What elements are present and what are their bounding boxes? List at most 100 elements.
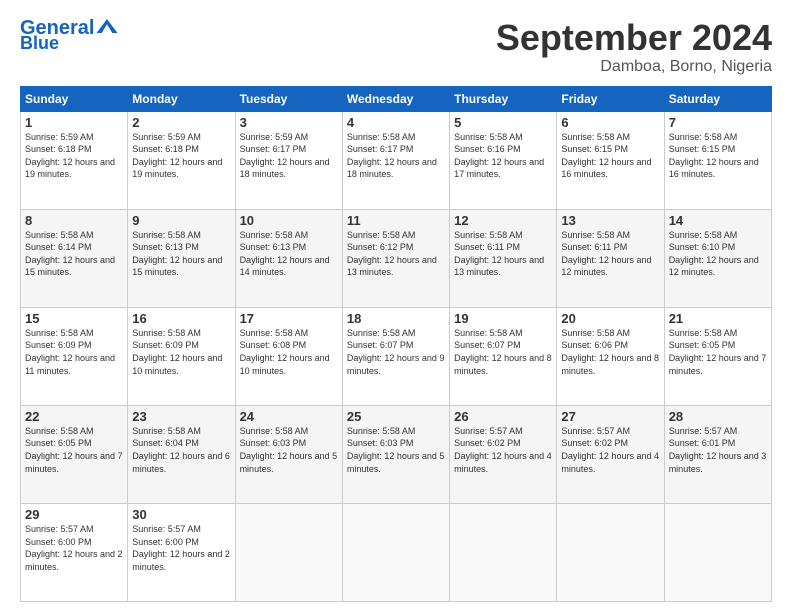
day-info: Sunrise: 5:58 AM Sunset: 6:10 PM Dayligh… xyxy=(669,229,767,279)
calendar-cell: 5Sunrise: 5:58 AM Sunset: 6:16 PM Daylig… xyxy=(450,111,557,209)
page-subtitle: Damboa, Borno, Nigeria xyxy=(496,58,772,76)
day-number: 16 xyxy=(132,311,230,326)
calendar-cell: 15Sunrise: 5:58 AM Sunset: 6:09 PM Dayli… xyxy=(21,307,128,405)
calendar-header-thursday: Thursday xyxy=(450,86,557,111)
calendar-week-row: 29Sunrise: 5:57 AM Sunset: 6:00 PM Dayli… xyxy=(21,503,772,601)
calendar-cell: 27Sunrise: 5:57 AM Sunset: 6:02 PM Dayli… xyxy=(557,405,664,503)
calendar-cell: 8Sunrise: 5:58 AM Sunset: 6:14 PM Daylig… xyxy=(21,209,128,307)
calendar-cell: 4Sunrise: 5:58 AM Sunset: 6:17 PM Daylig… xyxy=(342,111,449,209)
day-number: 12 xyxy=(454,213,552,228)
title-block: September 2024 Damboa, Borno, Nigeria xyxy=(496,18,772,76)
day-number: 27 xyxy=(561,409,659,424)
day-info: Sunrise: 5:58 AM Sunset: 6:05 PM Dayligh… xyxy=(669,327,767,377)
day-number: 3 xyxy=(240,115,338,130)
day-info: Sunrise: 5:57 AM Sunset: 6:02 PM Dayligh… xyxy=(561,425,659,475)
calendar-cell: 1Sunrise: 5:59 AM Sunset: 6:18 PM Daylig… xyxy=(21,111,128,209)
day-info: Sunrise: 5:57 AM Sunset: 6:01 PM Dayligh… xyxy=(669,425,767,475)
day-number: 29 xyxy=(25,507,123,522)
logo-icon xyxy=(96,19,118,33)
calendar-cell xyxy=(342,503,449,601)
day-number: 24 xyxy=(240,409,338,424)
day-info: Sunrise: 5:59 AM Sunset: 6:17 PM Dayligh… xyxy=(240,131,338,181)
logo-blue: Blue xyxy=(20,34,59,52)
logo: General Blue xyxy=(20,18,118,52)
day-number: 14 xyxy=(669,213,767,228)
calendar-cell: 29Sunrise: 5:57 AM Sunset: 6:00 PM Dayli… xyxy=(21,503,128,601)
day-number: 30 xyxy=(132,507,230,522)
day-number: 1 xyxy=(25,115,123,130)
day-number: 21 xyxy=(669,311,767,326)
header: General Blue September 2024 Damboa, Born… xyxy=(20,18,772,76)
calendar-cell: 12Sunrise: 5:58 AM Sunset: 6:11 PM Dayli… xyxy=(450,209,557,307)
day-info: Sunrise: 5:58 AM Sunset: 6:17 PM Dayligh… xyxy=(347,131,445,181)
day-info: Sunrise: 5:58 AM Sunset: 6:13 PM Dayligh… xyxy=(132,229,230,279)
day-number: 7 xyxy=(669,115,767,130)
day-number: 17 xyxy=(240,311,338,326)
day-number: 19 xyxy=(454,311,552,326)
calendar-cell: 11Sunrise: 5:58 AM Sunset: 6:12 PM Dayli… xyxy=(342,209,449,307)
day-number: 13 xyxy=(561,213,659,228)
calendar-cell: 16Sunrise: 5:58 AM Sunset: 6:09 PM Dayli… xyxy=(128,307,235,405)
calendar-cell: 3Sunrise: 5:59 AM Sunset: 6:17 PM Daylig… xyxy=(235,111,342,209)
calendar-cell: 23Sunrise: 5:58 AM Sunset: 6:04 PM Dayli… xyxy=(128,405,235,503)
day-info: Sunrise: 5:57 AM Sunset: 6:00 PM Dayligh… xyxy=(25,523,123,573)
day-info: Sunrise: 5:58 AM Sunset: 6:08 PM Dayligh… xyxy=(240,327,338,377)
day-info: Sunrise: 5:58 AM Sunset: 6:03 PM Dayligh… xyxy=(240,425,338,475)
day-info: Sunrise: 5:58 AM Sunset: 6:09 PM Dayligh… xyxy=(132,327,230,377)
calendar-cell xyxy=(450,503,557,601)
calendar-cell: 20Sunrise: 5:58 AM Sunset: 6:06 PM Dayli… xyxy=(557,307,664,405)
day-info: Sunrise: 5:58 AM Sunset: 6:07 PM Dayligh… xyxy=(347,327,445,377)
calendar-cell xyxy=(235,503,342,601)
day-number: 28 xyxy=(669,409,767,424)
day-info: Sunrise: 5:58 AM Sunset: 6:12 PM Dayligh… xyxy=(347,229,445,279)
day-number: 15 xyxy=(25,311,123,326)
calendar-header-friday: Friday xyxy=(557,86,664,111)
day-info: Sunrise: 5:59 AM Sunset: 6:18 PM Dayligh… xyxy=(25,131,123,181)
calendar-cell: 26Sunrise: 5:57 AM Sunset: 6:02 PM Dayli… xyxy=(450,405,557,503)
day-info: Sunrise: 5:58 AM Sunset: 6:04 PM Dayligh… xyxy=(132,425,230,475)
day-info: Sunrise: 5:58 AM Sunset: 6:07 PM Dayligh… xyxy=(454,327,552,377)
day-info: Sunrise: 5:58 AM Sunset: 6:06 PM Dayligh… xyxy=(561,327,659,377)
calendar-header-wednesday: Wednesday xyxy=(342,86,449,111)
calendar-cell: 14Sunrise: 5:58 AM Sunset: 6:10 PM Dayli… xyxy=(664,209,771,307)
day-info: Sunrise: 5:58 AM Sunset: 6:05 PM Dayligh… xyxy=(25,425,123,475)
calendar-cell: 7Sunrise: 5:58 AM Sunset: 6:15 PM Daylig… xyxy=(664,111,771,209)
calendar-header-monday: Monday xyxy=(128,86,235,111)
day-number: 11 xyxy=(347,213,445,228)
calendar-cell: 10Sunrise: 5:58 AM Sunset: 6:13 PM Dayli… xyxy=(235,209,342,307)
calendar-week-row: 22Sunrise: 5:58 AM Sunset: 6:05 PM Dayli… xyxy=(21,405,772,503)
day-number: 22 xyxy=(25,409,123,424)
day-number: 9 xyxy=(132,213,230,228)
calendar-cell: 28Sunrise: 5:57 AM Sunset: 6:01 PM Dayli… xyxy=(664,405,771,503)
calendar-cell: 30Sunrise: 5:57 AM Sunset: 6:00 PM Dayli… xyxy=(128,503,235,601)
day-info: Sunrise: 5:58 AM Sunset: 6:15 PM Dayligh… xyxy=(561,131,659,181)
day-info: Sunrise: 5:58 AM Sunset: 6:16 PM Dayligh… xyxy=(454,131,552,181)
calendar-cell xyxy=(557,503,664,601)
day-info: Sunrise: 5:58 AM Sunset: 6:11 PM Dayligh… xyxy=(561,229,659,279)
calendar-header-saturday: Saturday xyxy=(664,86,771,111)
day-info: Sunrise: 5:58 AM Sunset: 6:15 PM Dayligh… xyxy=(669,131,767,181)
calendar-table: SundayMondayTuesdayWednesdayThursdayFrid… xyxy=(20,86,772,602)
calendar-cell: 9Sunrise: 5:58 AM Sunset: 6:13 PM Daylig… xyxy=(128,209,235,307)
day-number: 6 xyxy=(561,115,659,130)
day-number: 8 xyxy=(25,213,123,228)
day-number: 18 xyxy=(347,311,445,326)
day-info: Sunrise: 5:58 AM Sunset: 6:09 PM Dayligh… xyxy=(25,327,123,377)
calendar-week-row: 1Sunrise: 5:59 AM Sunset: 6:18 PM Daylig… xyxy=(21,111,772,209)
day-info: Sunrise: 5:58 AM Sunset: 6:11 PM Dayligh… xyxy=(454,229,552,279)
calendar-cell: 25Sunrise: 5:58 AM Sunset: 6:03 PM Dayli… xyxy=(342,405,449,503)
page: General Blue September 2024 Damboa, Born… xyxy=(0,0,792,612)
calendar-cell: 24Sunrise: 5:58 AM Sunset: 6:03 PM Dayli… xyxy=(235,405,342,503)
day-number: 2 xyxy=(132,115,230,130)
calendar-header-row: SundayMondayTuesdayWednesdayThursdayFrid… xyxy=(21,86,772,111)
day-number: 20 xyxy=(561,311,659,326)
calendar-cell: 21Sunrise: 5:58 AM Sunset: 6:05 PM Dayli… xyxy=(664,307,771,405)
calendar-cell: 2Sunrise: 5:59 AM Sunset: 6:18 PM Daylig… xyxy=(128,111,235,209)
day-info: Sunrise: 5:57 AM Sunset: 6:00 PM Dayligh… xyxy=(132,523,230,573)
day-info: Sunrise: 5:57 AM Sunset: 6:02 PM Dayligh… xyxy=(454,425,552,475)
day-number: 4 xyxy=(347,115,445,130)
calendar-week-row: 8Sunrise: 5:58 AM Sunset: 6:14 PM Daylig… xyxy=(21,209,772,307)
day-number: 25 xyxy=(347,409,445,424)
day-info: Sunrise: 5:59 AM Sunset: 6:18 PM Dayligh… xyxy=(132,131,230,181)
day-number: 5 xyxy=(454,115,552,130)
